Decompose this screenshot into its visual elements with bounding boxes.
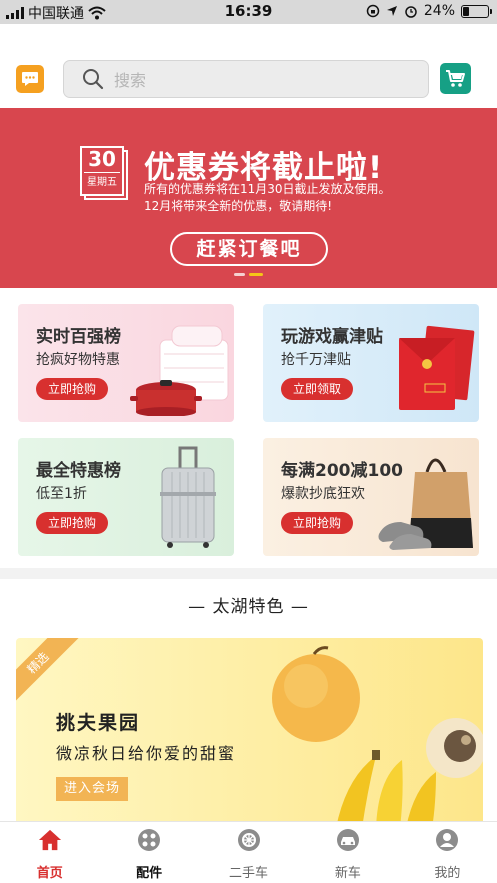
tab-me[interactable]: 我的	[398, 822, 497, 883]
alarm-icon	[405, 6, 417, 18]
search-icon	[83, 69, 104, 90]
promo-title: 实时百强榜	[36, 327, 121, 347]
promo-button[interactable]: 立即抢购	[36, 378, 109, 400]
feature-title: 挑夫果园	[56, 712, 141, 734]
promo-subtitle: 低至1折	[36, 486, 87, 502]
coupon-banner[interactable]: 30 星期五 优惠券将截止啦! 所有的优惠券将在11月30日截止发放及使用。 1…	[0, 108, 497, 288]
carousel-dot-active[interactable]	[249, 273, 263, 276]
tab-label: 配件	[136, 866, 163, 881]
bedding-pot-image	[130, 325, 229, 416]
section-separator	[0, 568, 497, 579]
promo-subtitle: 抢千万津贴	[281, 352, 351, 368]
handbag-shoes-image	[378, 458, 473, 550]
lock-rotation-icon	[366, 4, 380, 18]
tab-label: 首页	[36, 866, 63, 881]
message-button[interactable]	[16, 65, 44, 93]
banner-line-2: 12月将带来全新的优惠，敬请期待!	[144, 199, 333, 213]
search-bar[interactable]: 搜索	[63, 60, 429, 98]
battery-icon	[461, 4, 492, 18]
promo-button[interactable]: 立即抢购	[36, 512, 109, 534]
bottom-tab-bar: 首页 配件 二手车 新车 我的	[0, 821, 497, 883]
promo-subtitle: 抢疯好物特惠	[36, 352, 120, 368]
order-now-button[interactable]: 赶紧订餐吧	[170, 232, 328, 266]
promo-card-game[interactable]: 玩游戏赢津贴 抢千万津贴 立即领取	[263, 304, 479, 422]
car-icon	[336, 829, 359, 851]
tab-label: 我的	[434, 866, 461, 881]
banner-subtitle: 所有的优惠券将在11月30日截止发放及使用。 12月将带来全新的优惠，敬请期待!	[144, 181, 391, 215]
section-title: — 太湖特色 —	[188, 597, 309, 617]
promo-button[interactable]: 立即抢购	[281, 512, 354, 534]
promo-card-deals[interactable]: 最全特惠榜 低至1折 立即抢购	[18, 438, 234, 556]
status-bar: 中国联通 16:39 24%	[0, 0, 497, 24]
suitcase-image	[160, 446, 216, 548]
banner-line-1: 所有的优惠券将在11月30日截止发放及使用。	[144, 182, 391, 196]
calendar-icon: 30 星期五	[80, 146, 130, 200]
promo-title: 玩游戏赢津贴	[281, 327, 383, 347]
wheel-icon	[237, 829, 260, 851]
parts-icon	[138, 829, 161, 851]
tab-label: 新车	[334, 866, 361, 881]
tab-label: 二手车	[229, 866, 269, 881]
shopping-cart-icon	[445, 69, 465, 87]
promo-button[interactable]: 立即领取	[281, 378, 354, 400]
carousel-dot[interactable]	[234, 273, 245, 276]
feature-subtitle: 微凉秋日给你爱的甜蜜	[56, 744, 237, 763]
calendar-day: 30	[84, 146, 120, 173]
user-icon	[436, 829, 459, 851]
chat-bubble-icon	[22, 72, 38, 86]
search-placeholder: 搜索	[114, 71, 147, 90]
carousel-dots[interactable]	[234, 273, 263, 276]
battery-percent: 24%	[423, 3, 455, 19]
promo-subtitle: 爆款抄底狂欢	[281, 486, 365, 502]
tab-new-car[interactable]: 新车	[298, 822, 397, 883]
status-right: 24%	[366, 3, 492, 19]
promo-card-top100[interactable]: 实时百强榜 抢疯好物特惠 立即抢购	[18, 304, 234, 422]
promo-title: 最全特惠榜	[36, 461, 121, 481]
red-envelope-image	[399, 325, 475, 410]
promo-card-discount[interactable]: 每满200减100 爆款抄底狂欢 立即抢购	[263, 438, 479, 556]
app-header: 搜索	[0, 24, 497, 108]
tab-parts[interactable]: 配件	[99, 822, 198, 883]
feature-card-orchard[interactable]: 精选 挑夫果园 微凉秋日给你爱的甜蜜 进入会场	[16, 638, 483, 828]
calendar-weekday: 星期五	[87, 177, 117, 188]
tab-home[interactable]: 首页	[0, 822, 99, 883]
home-icon	[38, 829, 61, 851]
tab-used-car[interactable]: 二手车	[199, 822, 298, 883]
cart-button[interactable]	[440, 63, 471, 94]
enter-venue-button[interactable]: 进入会场	[56, 777, 129, 801]
location-icon	[386, 6, 397, 16]
